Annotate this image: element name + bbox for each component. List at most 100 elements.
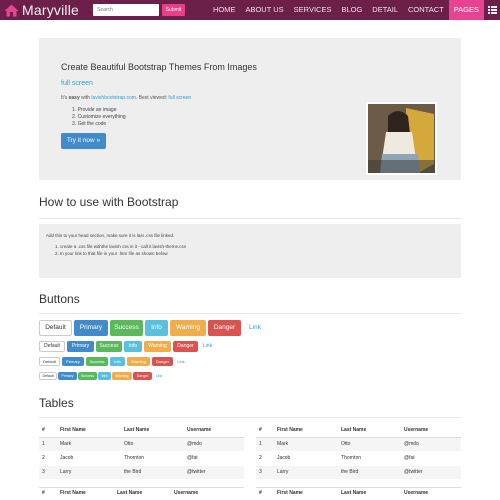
table-condensed-right: # First Name Last Name Username bbox=[256, 487, 461, 500]
submit-button[interactable]: Submit bbox=[162, 4, 185, 16]
howto-box: Add this to your head section, make sure… bbox=[39, 224, 461, 278]
site-link[interactable]: lavishbootstrap.com bbox=[91, 95, 135, 101]
default-button-xs[interactable]: Default bbox=[39, 372, 57, 380]
steps-list: 1. Provide an image 2. Customize everyth… bbox=[72, 107, 126, 128]
cell: Larry bbox=[60, 469, 72, 475]
cell: Jacob bbox=[277, 455, 291, 461]
nav-menu: HOME ABOUT US SERVICES BLOG DETAIL CONTA… bbox=[208, 0, 500, 20]
woman-photo bbox=[368, 104, 435, 173]
table-row: 1 Mark Otto @mdo bbox=[39, 438, 244, 451]
danger-button-sm[interactable]: Danger bbox=[152, 357, 173, 366]
link-button-sm[interactable]: Link bbox=[174, 357, 188, 366]
nav-item-pages[interactable]: PAGES bbox=[448, 0, 484, 20]
default-button-lg[interactable]: Default bbox=[39, 320, 72, 336]
th-user: Username bbox=[174, 490, 199, 496]
default-button-md[interactable]: Default bbox=[39, 341, 65, 352]
table-bordered-left: # First Name Last Name Username bbox=[39, 487, 244, 500]
cell: Mark bbox=[60, 441, 72, 447]
warning-button-md[interactable]: Warning bbox=[144, 341, 171, 352]
default-button-sm[interactable]: Default bbox=[39, 357, 60, 366]
cell: Otto bbox=[341, 441, 351, 447]
table-hover-right: # First Name Last Name Username 1 Mark O… bbox=[256, 424, 461, 480]
th-num: # bbox=[42, 427, 45, 433]
cell: 2 bbox=[259, 455, 262, 461]
primary-button-sm[interactable]: Primary bbox=[62, 357, 84, 366]
info-button-md[interactable]: Info bbox=[124, 341, 142, 352]
table-row: 2 Jacob Thornton @fat bbox=[256, 452, 461, 465]
howto-step-text: In your link to that file in your .htm f… bbox=[60, 251, 168, 256]
jumbotron-title: Create Beautiful Bootstrap Themes From I… bbox=[61, 62, 257, 72]
nav-item-about-us[interactable]: ABOUT US bbox=[240, 0, 288, 20]
danger-button-lg[interactable]: Danger bbox=[208, 320, 241, 336]
cell: Mark bbox=[277, 441, 289, 447]
cell: the Bird bbox=[124, 469, 142, 475]
step-item: 3. Get the code bbox=[72, 121, 107, 127]
primary-button-md[interactable]: Primary bbox=[67, 341, 94, 352]
table-header-row: # First Name Last Name Username bbox=[39, 487, 244, 500]
th-last: Last Name bbox=[341, 490, 367, 496]
link-button-lg[interactable]: Link bbox=[244, 320, 266, 336]
table-header-row: # First Name Last Name Username bbox=[256, 424, 461, 437]
info-button-lg[interactable]: Info bbox=[145, 320, 168, 336]
brand[interactable]: Maryville bbox=[4, 2, 79, 18]
divider bbox=[39, 218, 461, 219]
info-button-xs[interactable]: Info bbox=[98, 372, 111, 380]
step-text: Get the code bbox=[77, 121, 107, 127]
cell: @twitter bbox=[404, 469, 423, 475]
full-screen-inline-link[interactable]: full screen bbox=[168, 95, 191, 101]
table-row: 3 Larry the Bird @twitter bbox=[39, 466, 244, 479]
cell: 3 bbox=[259, 469, 262, 475]
cell: Jacob bbox=[60, 455, 74, 461]
success-button-xs[interactable]: Success bbox=[78, 372, 97, 380]
danger-button-xs[interactable]: Danger bbox=[133, 372, 152, 380]
nav-item-detail[interactable]: DETAIL bbox=[367, 0, 403, 20]
success-button-lg[interactable]: Success bbox=[110, 320, 143, 336]
nav-item-services[interactable]: SERVICES bbox=[289, 0, 337, 20]
full-screen-link[interactable]: full screen bbox=[61, 80, 93, 87]
link-button-md[interactable]: Link bbox=[199, 341, 216, 352]
howto-intro: Add this to your head section, make sure… bbox=[46, 233, 175, 238]
th-user: Username bbox=[404, 427, 429, 433]
warning-button-lg[interactable]: Warning bbox=[170, 320, 206, 336]
th-first: First Name bbox=[277, 427, 303, 433]
list-menu-icon[interactable] bbox=[484, 0, 500, 20]
primary-button-lg[interactable]: Primary bbox=[74, 320, 108, 336]
warning-button-xs[interactable]: Warning bbox=[112, 372, 132, 380]
buttons-heading: Buttons bbox=[39, 292, 80, 306]
th-num: # bbox=[259, 490, 262, 496]
desc-mid: with bbox=[79, 95, 92, 101]
warning-button-sm[interactable]: Warning bbox=[127, 357, 150, 366]
th-num: # bbox=[259, 427, 262, 433]
cell: @mdo bbox=[404, 441, 419, 447]
step-item: 1. Provide an image bbox=[72, 107, 117, 113]
table-row: 3 Larry the Bird @twitter bbox=[256, 466, 461, 479]
cell: @fat bbox=[187, 455, 198, 461]
success-button-md[interactable]: Success bbox=[96, 341, 122, 352]
primary-button-xs[interactable]: Primary bbox=[58, 372, 77, 380]
jumbotron: Create Beautiful Bootstrap Themes From I… bbox=[39, 38, 461, 180]
table-row: 2 Jacob Thornton @fat bbox=[39, 452, 244, 465]
cell: Larry bbox=[277, 469, 289, 475]
cell: 1 bbox=[42, 441, 45, 447]
search-input[interactable] bbox=[93, 4, 159, 16]
cell: 2 bbox=[42, 455, 45, 461]
nav-item-home[interactable]: HOME bbox=[208, 0, 241, 20]
cell: @fat bbox=[404, 455, 415, 461]
danger-button-md[interactable]: Danger bbox=[173, 341, 198, 352]
jumbotron-description: It's easy with lavishbootstrap.com. Best… bbox=[61, 95, 191, 101]
hero-image bbox=[366, 102, 437, 175]
cell: Thornton bbox=[341, 455, 362, 461]
nav-item-blog[interactable]: BLOG bbox=[336, 0, 367, 20]
howto-step-text: create a .css file withthe lavish css in… bbox=[60, 244, 187, 249]
top-navbar: Maryville Submit HOME ABOUT US SERVICES … bbox=[0, 0, 500, 20]
tables-heading: Tables bbox=[39, 396, 74, 410]
success-button-sm[interactable]: Success bbox=[86, 357, 108, 366]
nav-item-contact[interactable]: CONTACT bbox=[403, 0, 449, 20]
th-user: Username bbox=[404, 490, 429, 496]
try-it-now-button[interactable]: Try it now » bbox=[61, 133, 106, 149]
step-item: 2. Customize everything bbox=[72, 114, 126, 120]
howto-step: 2. In your link to that file in your .ht… bbox=[55, 251, 168, 256]
info-button-sm[interactable]: Info bbox=[110, 357, 125, 366]
th-num: # bbox=[42, 490, 45, 496]
link-button-xs[interactable]: Link bbox=[153, 372, 165, 380]
